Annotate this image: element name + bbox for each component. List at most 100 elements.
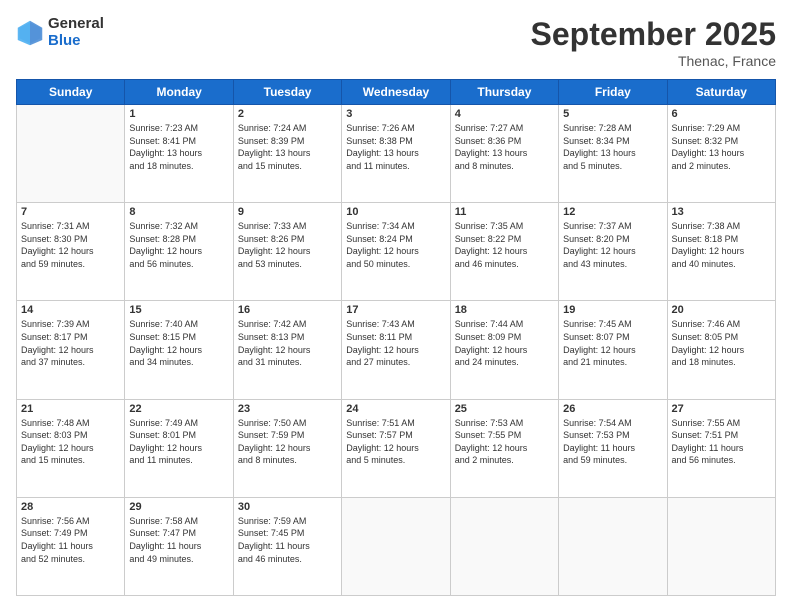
day-number: 12 <box>563 206 662 218</box>
weekday-header-sunday: Sunday <box>17 80 125 105</box>
weekday-header-saturday: Saturday <box>667 80 775 105</box>
day-number: 23 <box>238 403 337 415</box>
day-info: Sunrise: 7:59 AMSunset: 7:45 PMDaylight:… <box>238 515 337 565</box>
weekday-header-friday: Friday <box>559 80 667 105</box>
day-number: 20 <box>672 304 771 316</box>
day-cell: 5Sunrise: 7:28 AMSunset: 8:34 PMDaylight… <box>559 105 667 203</box>
calendar-table: SundayMondayTuesdayWednesdayThursdayFrid… <box>16 79 776 596</box>
day-cell: 22 Sunrise: 7:49 AMSunset: 8:01 PMDayligh… <box>125 399 233 497</box>
day-info: Sunrise: 7:37 AMSunset: 8:20 PMDaylight:… <box>563 220 662 270</box>
location: Thenac, France <box>531 53 776 69</box>
day-cell: 21Sunrise: 7:48 AMSunset: 8:03 PMDayligh… <box>17 399 125 497</box>
day-number: 17 <box>346 304 445 316</box>
day-info: Sunrise: 7:45 AMSunset: 8:07 PMDaylight:… <box>563 318 662 368</box>
day-info: Sunrise: 7:46 AMSunset: 8:05 PMDaylight:… <box>672 318 771 368</box>
day-number: 24 <box>346 403 445 415</box>
day-cell: 2 Sunrise: 7:24 AMSunset: 8:39 PMDaylight… <box>233 105 341 203</box>
day-number: 26 <box>563 403 662 415</box>
day-cell: 26 Sunrise: 7:54 AMSunset: 7:53 PMDayligh… <box>559 399 667 497</box>
day-info: Sunrise: 7:43 AMSunset: 8:11 PMDaylight:… <box>346 318 445 368</box>
day-number: 3 <box>346 108 445 120</box>
day-info: Sunrise: 7:26 AMSunset: 8:38 PMDaylight:… <box>346 122 445 172</box>
day-number: 6 <box>672 108 771 120</box>
day-info: Sunrise: 7:53 AMSunset: 7:55 PMDaylight:… <box>455 417 554 467</box>
day-cell: 16 Sunrise: 7:42 AMSunset: 8:13 PMDayligh… <box>233 301 341 399</box>
day-cell: 10Sunrise: 7:34 AMSunset: 8:24 PMDayligh… <box>342 203 450 301</box>
day-cell <box>17 105 125 203</box>
day-number: 14 <box>21 304 120 316</box>
week-row-1: 7 Sunrise: 7:31 AMSunset: 8:30 PMDaylight… <box>17 203 776 301</box>
day-number: 18 <box>455 304 554 316</box>
day-number: 30 <box>238 501 337 513</box>
day-info: Sunrise: 7:51 AMSunset: 7:57 PMDaylight:… <box>346 417 445 467</box>
day-number: 29 <box>129 501 228 513</box>
day-info: Sunrise: 7:29 AMSunset: 8:32 PMDaylight:… <box>672 122 771 172</box>
day-cell: 12 Sunrise: 7:37 AMSunset: 8:20 PMDayligh… <box>559 203 667 301</box>
weekday-header-row: SundayMondayTuesdayWednesdayThursdayFrid… <box>17 80 776 105</box>
day-cell: 17 Sunrise: 7:43 AMSunset: 8:11 PMDayligh… <box>342 301 450 399</box>
logo-icon <box>16 19 44 47</box>
day-number: 2 <box>238 108 337 120</box>
month-title: September 2025 <box>531 16 776 53</box>
header: General Blue September 2025 Thenac, Fran… <box>16 16 776 69</box>
logo-blue: Blue <box>48 33 104 50</box>
day-info: Sunrise: 7:31 AMSunset: 8:30 PMDaylight:… <box>21 220 120 270</box>
day-info: Sunrise: 7:42 AMSunset: 8:13 PMDaylight:… <box>238 318 337 368</box>
week-row-2: 14Sunrise: 7:39 AMSunset: 8:17 PMDayligh… <box>17 301 776 399</box>
day-info: Sunrise: 7:33 AMSunset: 8:26 PMDaylight:… <box>238 220 337 270</box>
day-info: Sunrise: 7:27 AMSunset: 8:36 PMDaylight:… <box>455 122 554 172</box>
day-number: 22 <box>129 403 228 415</box>
day-number: 21 <box>21 403 120 415</box>
day-cell: 15 Sunrise: 7:40 AMSunset: 8:15 PMDayligh… <box>125 301 233 399</box>
day-number: 28 <box>21 501 120 513</box>
week-row-4: 28 Sunrise: 7:56 AMSunset: 7:49 PMDayligh… <box>17 497 776 595</box>
day-number: 27 <box>672 403 771 415</box>
day-cell: 23 Sunrise: 7:50 AMSunset: 7:59 PMDayligh… <box>233 399 341 497</box>
day-info: Sunrise: 7:54 AMSunset: 7:53 PMDaylight:… <box>563 417 662 467</box>
day-info: Sunrise: 7:56 AMSunset: 7:49 PMDaylight:… <box>21 515 120 565</box>
day-cell: 9Sunrise: 7:33 AMSunset: 8:26 PMDaylight… <box>233 203 341 301</box>
day-info: Sunrise: 7:38 AMSunset: 8:18 PMDaylight:… <box>672 220 771 270</box>
week-row-3: 21Sunrise: 7:48 AMSunset: 8:03 PMDayligh… <box>17 399 776 497</box>
weekday-header-wednesday: Wednesday <box>342 80 450 105</box>
day-cell: 18 Sunrise: 7:44 AMSunset: 8:09 PMDayligh… <box>450 301 558 399</box>
day-cell: 4 Sunrise: 7:27 AMSunset: 8:36 PMDaylight… <box>450 105 558 203</box>
day-cell: 14Sunrise: 7:39 AMSunset: 8:17 PMDayligh… <box>17 301 125 399</box>
day-cell: 20 Sunrise: 7:46 AMSunset: 8:05 PMDayligh… <box>667 301 775 399</box>
day-cell: 28 Sunrise: 7:56 AMSunset: 7:49 PMDayligh… <box>17 497 125 595</box>
day-info: Sunrise: 7:24 AMSunset: 8:39 PMDaylight:… <box>238 122 337 172</box>
weekday-header-thursday: Thursday <box>450 80 558 105</box>
day-cell: 24 Sunrise: 7:51 AMSunset: 7:57 PMDayligh… <box>342 399 450 497</box>
day-info: Sunrise: 7:44 AMSunset: 8:09 PMDaylight:… <box>455 318 554 368</box>
day-number: 15 <box>129 304 228 316</box>
weekday-header-monday: Monday <box>125 80 233 105</box>
day-cell: 29 Sunrise: 7:58 AMSunset: 7:47 PMDayligh… <box>125 497 233 595</box>
day-info: Sunrise: 7:49 AMSunset: 8:01 PMDaylight:… <box>129 417 228 467</box>
day-cell: 3 Sunrise: 7:26 AMSunset: 8:38 PMDaylight… <box>342 105 450 203</box>
day-number: 1 <box>129 108 228 120</box>
day-info: Sunrise: 7:55 AMSunset: 7:51 PMDaylight:… <box>672 417 771 467</box>
weekday-header-tuesday: Tuesday <box>233 80 341 105</box>
week-row-0: 1Sunrise: 7:23 AMSunset: 8:41 PMDaylight… <box>17 105 776 203</box>
day-number: 16 <box>238 304 337 316</box>
day-cell: 19Sunrise: 7:45 AMSunset: 8:07 PMDayligh… <box>559 301 667 399</box>
day-number: 4 <box>455 108 554 120</box>
day-cell: 1Sunrise: 7:23 AMSunset: 8:41 PMDaylight… <box>125 105 233 203</box>
day-cell <box>559 497 667 595</box>
day-info: Sunrise: 7:35 AMSunset: 8:22 PMDaylight:… <box>455 220 554 270</box>
day-number: 7 <box>21 206 120 218</box>
day-number: 10 <box>346 206 445 218</box>
day-cell: 7 Sunrise: 7:31 AMSunset: 8:30 PMDaylight… <box>17 203 125 301</box>
logo: General Blue <box>16 16 104 49</box>
day-info: Sunrise: 7:32 AMSunset: 8:28 PMDaylight:… <box>129 220 228 270</box>
day-info: Sunrise: 7:50 AMSunset: 7:59 PMDaylight:… <box>238 417 337 467</box>
day-cell: 11Sunrise: 7:35 AMSunset: 8:22 PMDayligh… <box>450 203 558 301</box>
day-cell: 6 Sunrise: 7:29 AMSunset: 8:32 PMDaylight… <box>667 105 775 203</box>
day-cell <box>342 497 450 595</box>
day-info: Sunrise: 7:58 AMSunset: 7:47 PMDaylight:… <box>129 515 228 565</box>
day-info: Sunrise: 7:40 AMSunset: 8:15 PMDaylight:… <box>129 318 228 368</box>
calendar-page: General Blue September 2025 Thenac, Fran… <box>0 0 792 612</box>
day-cell: 27 Sunrise: 7:55 AMSunset: 7:51 PMDayligh… <box>667 399 775 497</box>
day-number: 8 <box>129 206 228 218</box>
logo-general: General <box>48 16 104 33</box>
